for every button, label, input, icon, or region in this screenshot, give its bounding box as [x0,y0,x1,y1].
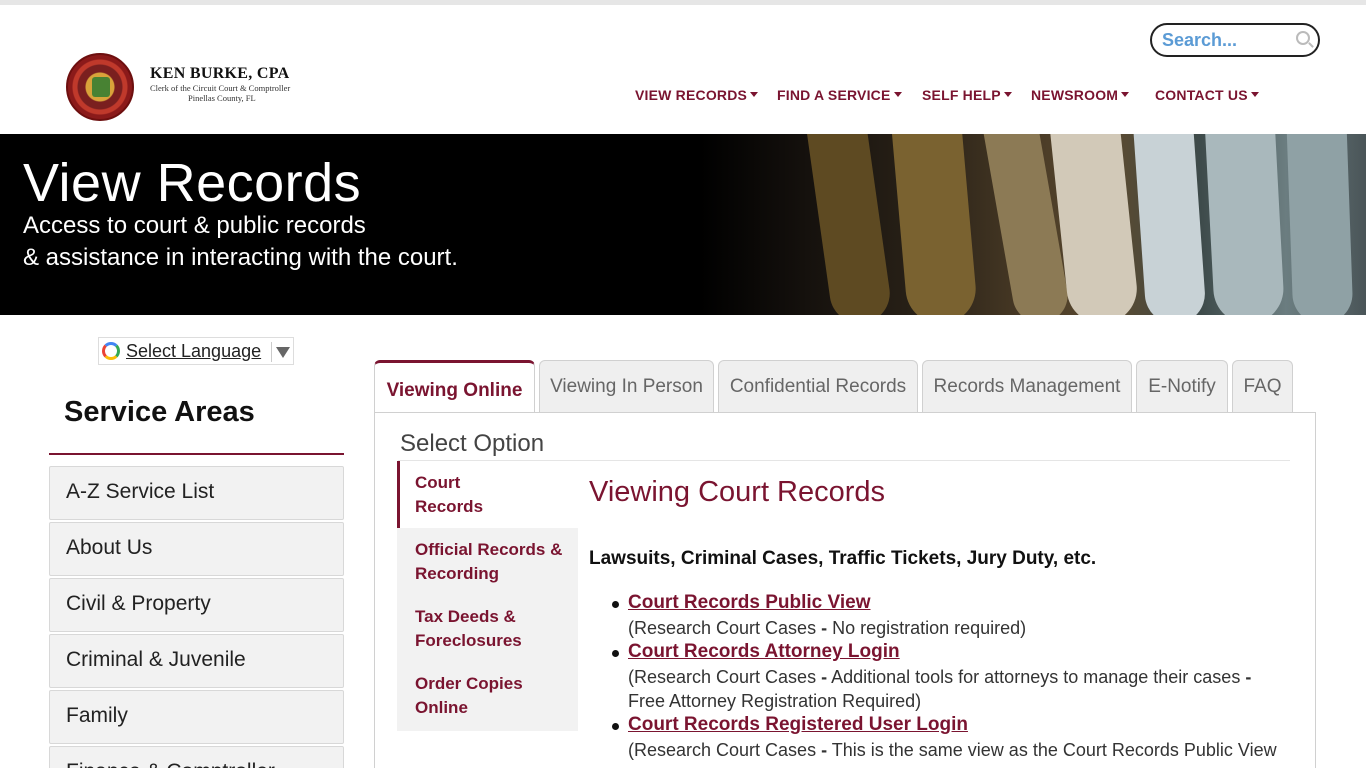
court-records-attorney-login-link[interactable]: Court Records Attorney Login [628,641,900,663]
subnav-label: Online [415,698,468,717]
nav-contact-us[interactable]: CONTACT US [1155,87,1259,103]
nav-label: NEWSROOM [1031,87,1119,103]
subnav-label: Court [415,473,461,492]
tab-faq[interactable]: FAQ [1232,360,1293,412]
hero-subtitle-line1: Access to court & public records [23,212,366,239]
nav-label: SELF HELP [922,87,1001,103]
search-icon[interactable] [1296,31,1310,45]
subnav-label: Records [415,497,484,516]
chevron-down-icon [1250,92,1259,97]
nav-find-a-service[interactable]: FIND A SERVICE [777,87,902,103]
hero-folders-image [700,134,1366,315]
seal-emblem [92,77,110,97]
subnav-court-records[interactable]: Court Records [397,461,578,528]
tab-confidential-records[interactable]: Confidential Records [718,360,918,412]
subnav-label: Official Records & [415,540,563,559]
tab-viewing-online[interactable]: Viewing Online [374,360,535,414]
nav-newsroom[interactable]: NEWSROOM [1031,87,1130,103]
record-description: (Research Court Cases - This is the same… [628,738,1288,762]
record-description: (Research Court Cases - No registration … [628,616,1288,640]
sidebar-item-civil-property[interactable]: Civil & Property [49,578,344,632]
court-records-registered-user-login-link[interactable]: Court Records Registered User Login [628,714,968,736]
hero-title: View Records [23,153,362,213]
bullet-icon [612,650,619,657]
record-description: (Research Court Cases - Additional tools… [628,665,1288,713]
brand-location: Pinellas County, FL [188,93,256,103]
chevron-down-icon [750,92,759,97]
nav-self-help[interactable]: SELF HELP [922,87,1012,103]
sidebar-item-about-us[interactable]: About Us [49,522,344,576]
service-areas-divider [49,453,344,455]
court-records-public-view-link[interactable]: Court Records Public View [628,592,870,614]
subnav-tax-deeds[interactable]: Tax Deeds & Foreclosures [397,605,578,653]
sidebar-item-finance-comptroller[interactable]: Finance & Comptroller [49,746,344,768]
site-header: KEN BURKE, CPA Clerk of the Circuit Cour… [0,5,1366,134]
chevron-down-icon [1121,92,1130,97]
desc-text: (Research Court Cases [628,618,822,638]
subnav-label: Tax Deeds & [415,607,516,626]
chevron-down-icon [893,92,902,97]
brand-block[interactable]: KEN BURKE, CPA Clerk of the Circuit Cour… [150,65,290,103]
bullet-icon [612,723,619,730]
subnav-label: Order Copies [415,674,523,693]
google-icon [102,342,120,360]
nav-view-records[interactable]: VIEW RECORDS [635,87,759,103]
brand-name: KEN BURKE, CPA [150,65,290,82]
subnav-label: Recording [415,564,500,583]
subnav-label: Foreclosures [415,631,522,650]
tab-viewing-in-person[interactable]: Viewing In Person [539,360,714,412]
dropdown-arrow-icon[interactable] [271,342,291,362]
subnav-official-records[interactable]: Official Records & Recording [397,538,578,586]
desc-text: (Research Court Cases [628,667,822,687]
content-subtitle: Lawsuits, Criminal Cases, Traffic Ticket… [589,548,1097,569]
desc-text: No registration required) [827,618,1027,638]
brand-subtitle: Clerk of the Circuit Court & Comptroller [150,83,291,93]
desc-text: Free Attorney Registration Required) [628,691,922,711]
language-select[interactable]: Select Language [98,337,294,365]
desc-text: Additional tools for attorneys to manage… [827,667,1246,687]
sidebar-item-criminal-juvenile[interactable]: Criminal & Juvenile [49,634,344,688]
chevron-down-icon [1003,92,1012,97]
desc-separator: - [1245,667,1252,687]
hero-subtitle-line2: & assistance in interacting with the cou… [23,244,458,271]
search-box[interactable] [1150,23,1320,57]
nav-label: FIND A SERVICE [777,87,891,103]
nav-label: CONTACT US [1155,87,1248,103]
tab-e-notify[interactable]: E-Notify [1136,360,1228,412]
clerk-seal-logo[interactable] [66,53,134,121]
nav-label: VIEW RECORDS [635,87,748,103]
content-title: Viewing Court Records [589,476,886,508]
sidebar-item-a-z-service-list[interactable]: A-Z Service List [49,466,344,520]
service-areas-title: Service Areas [64,396,255,428]
search-input[interactable] [1162,29,1286,51]
subnav-order-copies[interactable]: Order Copies Online [397,672,578,720]
language-label[interactable]: Select Language [126,341,261,362]
desc-text: (Research Court Cases [628,740,822,760]
bullet-icon [612,601,619,608]
select-option-heading: Select Option [400,430,545,457]
tab-records-management[interactable]: Records Management [922,360,1132,412]
sidebar-item-family[interactable]: Family [49,690,344,744]
desc-text: This is the same view as the Court Recor… [827,740,1277,760]
